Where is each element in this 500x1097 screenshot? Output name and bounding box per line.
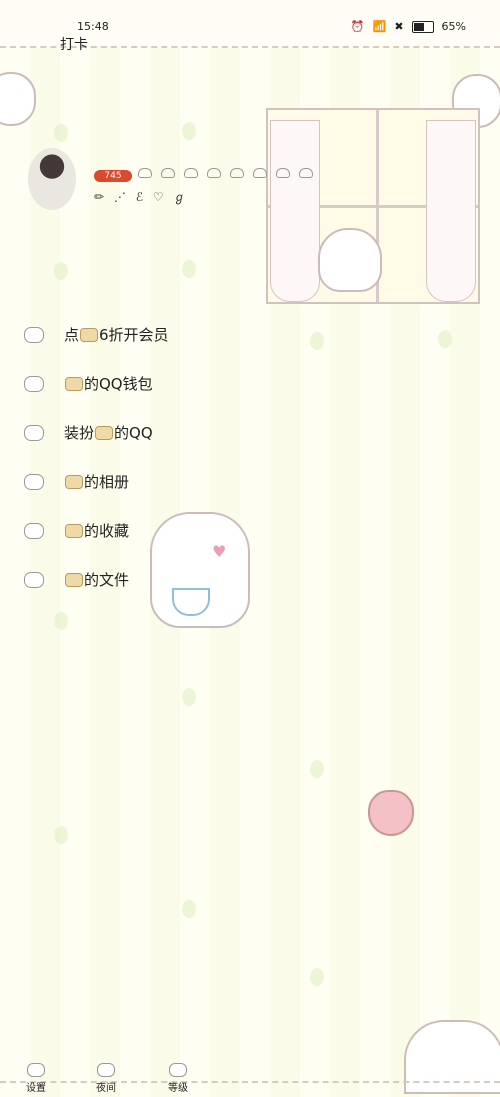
level-button[interactable]: 等级 bbox=[158, 1063, 198, 1094]
menu-label-suffix: 的收藏 bbox=[84, 522, 130, 540]
menu-item-album[interactable]: 的相册 bbox=[24, 457, 169, 506]
avatar[interactable] bbox=[28, 148, 76, 210]
background-dot bbox=[310, 760, 324, 778]
night-mode-label: 夜间 bbox=[96, 1083, 116, 1094]
level-label: 等级 bbox=[168, 1083, 188, 1094]
wifi-icon: 📶 bbox=[372, 20, 387, 33]
cat-badge-icon bbox=[95, 425, 114, 440]
kitty-illustration bbox=[318, 228, 382, 292]
cloud-icon bbox=[299, 168, 313, 178]
background-dot bbox=[438, 330, 452, 348]
menu-item-vip[interactable]: 点 6折开会员 bbox=[24, 310, 169, 359]
cloud-icon bbox=[161, 168, 175, 178]
menu-label-suffix: 的文件 bbox=[84, 571, 130, 589]
background-dot bbox=[54, 612, 68, 630]
alarm-icon: ⏰ bbox=[350, 20, 365, 33]
background-dot bbox=[54, 262, 68, 280]
cloud-icon bbox=[230, 168, 244, 178]
settings-button[interactable]: 设置 bbox=[16, 1063, 56, 1094]
menu-label-suffix: 的QQ bbox=[114, 424, 153, 442]
folder-icon bbox=[24, 571, 44, 588]
night-mode-icon bbox=[97, 1063, 115, 1077]
favorites-icon bbox=[24, 522, 44, 539]
cloud-icon bbox=[138, 168, 152, 178]
menu-label-suffix: 的相册 bbox=[84, 473, 130, 491]
signature-edit[interactable]: ✏ ⋰ ℰ ♡ ℊ bbox=[94, 188, 188, 205]
cloud-icon bbox=[184, 168, 198, 178]
night-mode-button[interactable]: 夜间 bbox=[86, 1063, 126, 1094]
strawberry-icon bbox=[368, 790, 414, 836]
cat-paw-decoration bbox=[0, 72, 36, 126]
drawer-menu: 点 6折开会员 的QQ钱包 装扮 的QQ 的相册 的收藏 的文件 bbox=[24, 310, 169, 604]
album-icon bbox=[24, 473, 44, 490]
cloud-icon bbox=[253, 168, 267, 178]
menu-item-theme[interactable]: 装扮 的QQ bbox=[24, 408, 169, 457]
pencil-icon: ✏ bbox=[94, 190, 108, 204]
menu-item-favorites[interactable]: 的收藏 bbox=[24, 506, 169, 555]
status-icons: ⏰ 📶 ✖ 65% bbox=[351, 20, 466, 33]
background-dot bbox=[310, 332, 324, 350]
background-dot bbox=[54, 124, 68, 142]
cat-badge-icon bbox=[65, 474, 83, 489]
menu-item-files[interactable]: 的文件 bbox=[24, 555, 169, 604]
settings-icon bbox=[27, 1063, 45, 1077]
background-dot bbox=[182, 260, 196, 278]
menu-label-suffix: 的QQ钱包 bbox=[84, 375, 153, 393]
coin-count: 745 bbox=[104, 171, 122, 181]
menu-label-suffix: 6折开会员 bbox=[99, 326, 169, 344]
bottom-scallop-border bbox=[0, 1081, 500, 1085]
menu-label-prefix: 点 bbox=[64, 326, 80, 344]
background-dot bbox=[182, 122, 196, 140]
cloud-icon bbox=[207, 168, 221, 178]
battery-percent: 65% bbox=[441, 20, 466, 33]
decoration-icon: ⋰ ℰ ♡ ℊ bbox=[113, 190, 189, 204]
cat-badge-icon bbox=[65, 572, 83, 587]
cat-icon bbox=[24, 326, 44, 343]
background-dot bbox=[182, 900, 196, 918]
cat-badge-icon bbox=[65, 376, 83, 391]
level-icon bbox=[169, 1063, 187, 1077]
background-dot bbox=[310, 968, 324, 986]
menu-item-wallet[interactable]: 的QQ钱包 bbox=[24, 359, 169, 408]
status-time: 15:48 bbox=[77, 20, 109, 33]
background-dot bbox=[54, 826, 68, 844]
menu-label-prefix: 装扮 bbox=[64, 424, 95, 442]
coin-badge[interactable]: 745 bbox=[94, 170, 132, 182]
heart-icon: ♥ bbox=[212, 542, 227, 561]
cat-badge-icon bbox=[80, 327, 99, 342]
sim-icon: ✖ bbox=[394, 20, 404, 33]
cloud-icon bbox=[276, 168, 290, 178]
peach-icon bbox=[24, 375, 44, 392]
background-dot bbox=[182, 688, 196, 706]
shirt-icon bbox=[24, 424, 44, 441]
checkin-button[interactable]: 打卡 bbox=[60, 34, 88, 54]
bottom-bar: 设置 夜间 等级 bbox=[0, 1051, 500, 1097]
battery-icon bbox=[411, 20, 434, 33]
bowl-illustration bbox=[172, 588, 210, 616]
weather-cloud-row bbox=[138, 168, 313, 178]
bunny-illustration: ♥ bbox=[150, 512, 250, 628]
settings-label: 设置 bbox=[26, 1083, 46, 1094]
cat-badge-icon bbox=[65, 523, 83, 538]
